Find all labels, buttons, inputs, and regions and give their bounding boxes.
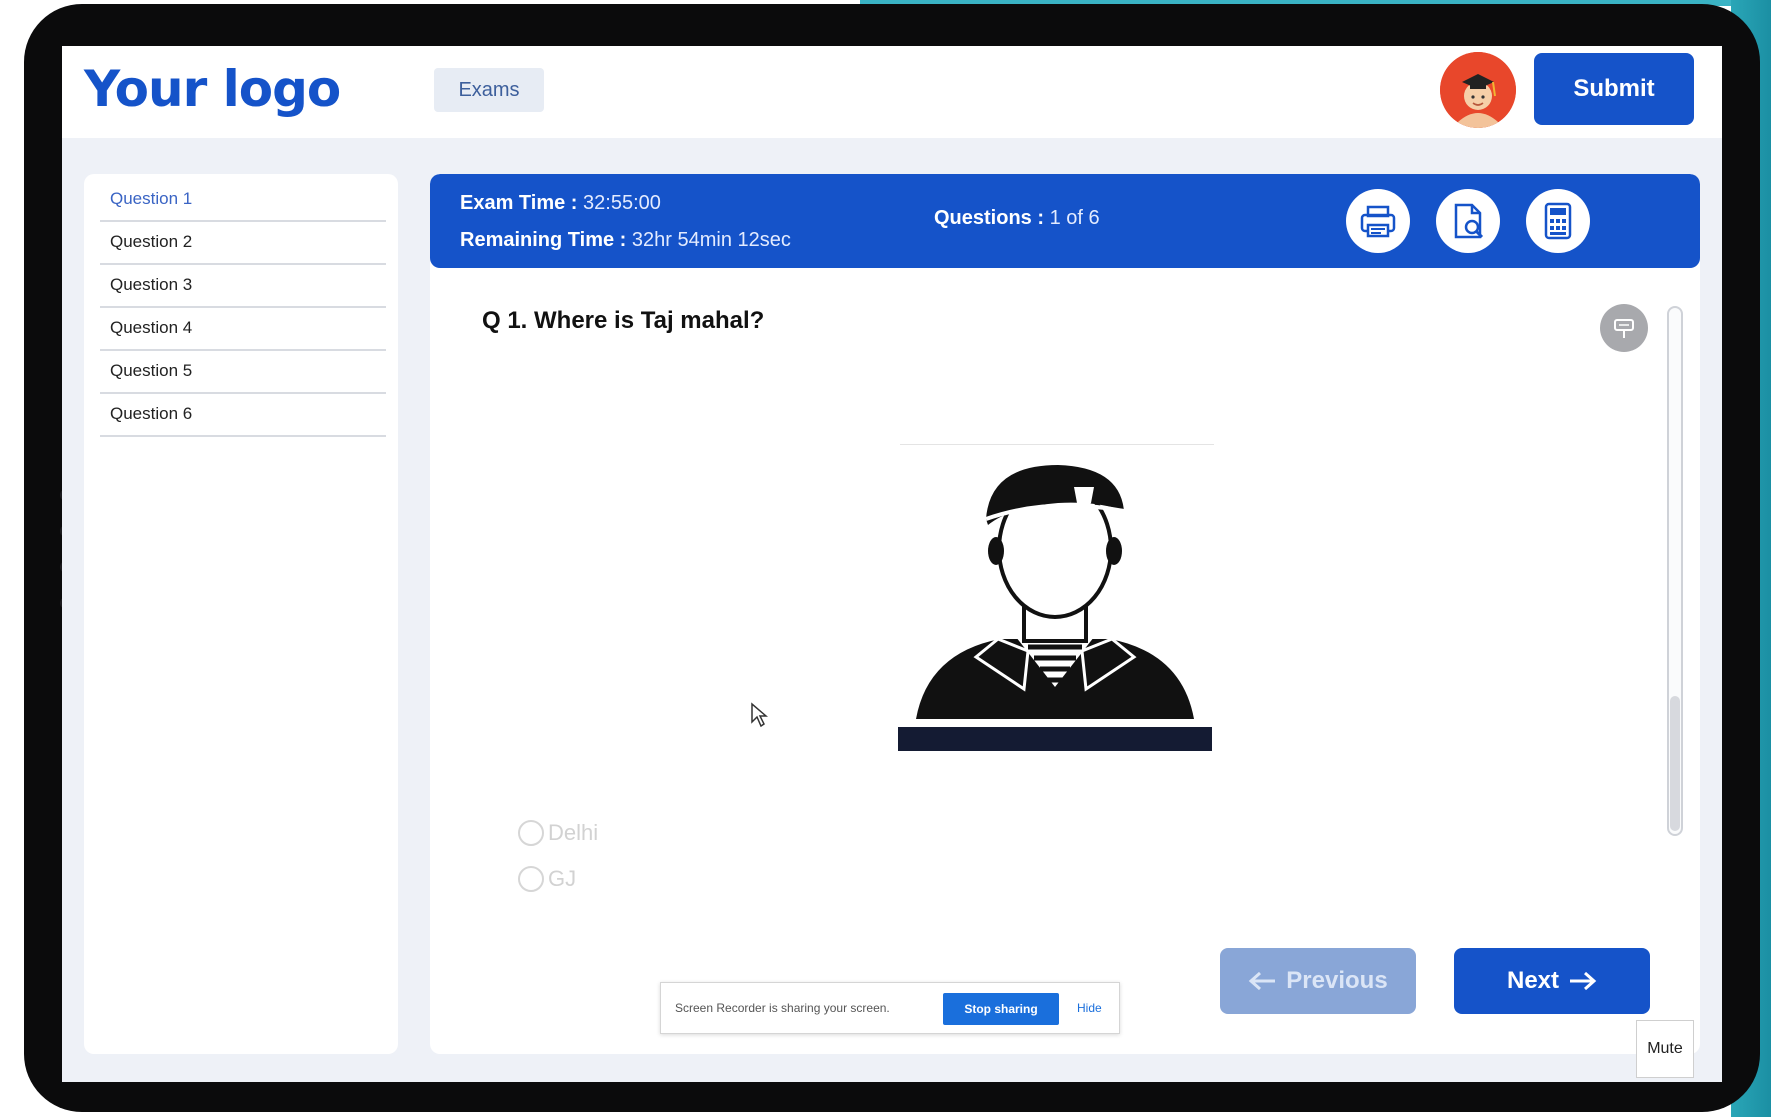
graduate-avatar-icon [1440,52,1516,128]
sidebar-item-question-1[interactable]: Question 1 [100,179,386,222]
document-search-button[interactable] [1436,189,1500,253]
exam-time-label: Exam Time : [460,192,578,214]
previous-button-label: Previous [1286,967,1388,994]
question-list: Question 1 Question 2 Question 3 Questio… [100,179,386,437]
next-button-label: Next [1506,967,1560,994]
image-watermark-strip [898,727,1212,751]
soldier-illustration [916,465,1194,719]
mouse-cursor-icon [750,702,769,733]
radio-button[interactable] [518,866,544,892]
question-counter-label: Questions : [934,207,1045,229]
question-counter-value: 1 of 6 [1049,207,1100,229]
image-divider [900,444,1214,445]
answer-option-label: Delhi [548,820,599,845]
content-scrollbar[interactable] [1667,306,1683,836]
arrow-left-icon [1249,971,1276,991]
calculator-icon [1544,202,1572,240]
flag-question-button[interactable] [1600,304,1648,352]
hide-banner-link[interactable]: Hide [1077,1001,1102,1015]
sidebar-item-question-5[interactable]: Question 5 [100,351,386,394]
answer-option-label: GJ [548,866,577,891]
question-image [898,457,1212,719]
top-header: Your logo Exams Submit [62,46,1722,138]
answer-option-gj[interactable]: GJ [518,866,576,892]
exam-info-bar: Exam Time : 32:55:00 Remaining Time : 32… [430,174,1700,268]
question-text: Q 1. Where is Taj mahal? [482,307,765,334]
mute-button[interactable]: Mute [1636,1020,1694,1078]
remaining-time-value: 32hr 54min 12sec [631,229,791,251]
previous-button[interactable]: Previous [1220,948,1416,1014]
exam-time: Exam Time : 32:55:00 [460,192,661,215]
logo: Your logo [84,60,341,118]
remaining-time: Remaining Time : 32hr 54min 12sec [460,229,791,252]
question-counter: Questions : 1 of 6 [934,207,1100,230]
scrollbar-thumb[interactable] [1670,696,1680,831]
document-search-icon [1454,203,1484,239]
answer-option-delhi[interactable]: Delhi [518,820,598,846]
sidebar-item-question-2[interactable]: Question 2 [100,222,386,265]
question-panel: Exam Time : 32:55:00 Remaining Time : 32… [430,174,1700,1054]
next-button[interactable]: Next [1454,948,1650,1014]
question-sidebar: Question 1 Question 2 Question 3 Questio… [84,174,398,1054]
radio-button[interactable] [518,820,544,846]
print-button[interactable] [1346,189,1410,253]
review-flag-icon [1614,319,1634,338]
exam-time-value: 32:55:00 [583,192,661,214]
sidebar-item-question-3[interactable]: Question 3 [100,265,386,308]
printer-icon [1360,205,1396,238]
sidebar-item-question-4[interactable]: Question 4 [100,308,386,351]
screen-share-banner: Screen Recorder is sharing your screen. … [660,982,1120,1034]
user-avatar[interactable] [1440,52,1516,128]
stop-sharing-button[interactable]: Stop sharing [943,993,1059,1025]
app-screen: Your logo Exams Submit Question 1 Questi… [62,46,1722,1082]
submit-button[interactable]: Submit [1534,53,1694,125]
calculator-button[interactable] [1526,189,1590,253]
nav-exams-tab[interactable]: Exams [434,68,544,112]
sidebar-item-question-6[interactable]: Question 6 [100,394,386,437]
arrow-right-icon [1570,971,1597,991]
remaining-time-label: Remaining Time : [460,229,627,251]
screen-share-message: Screen Recorder is sharing your screen. [675,1001,890,1015]
